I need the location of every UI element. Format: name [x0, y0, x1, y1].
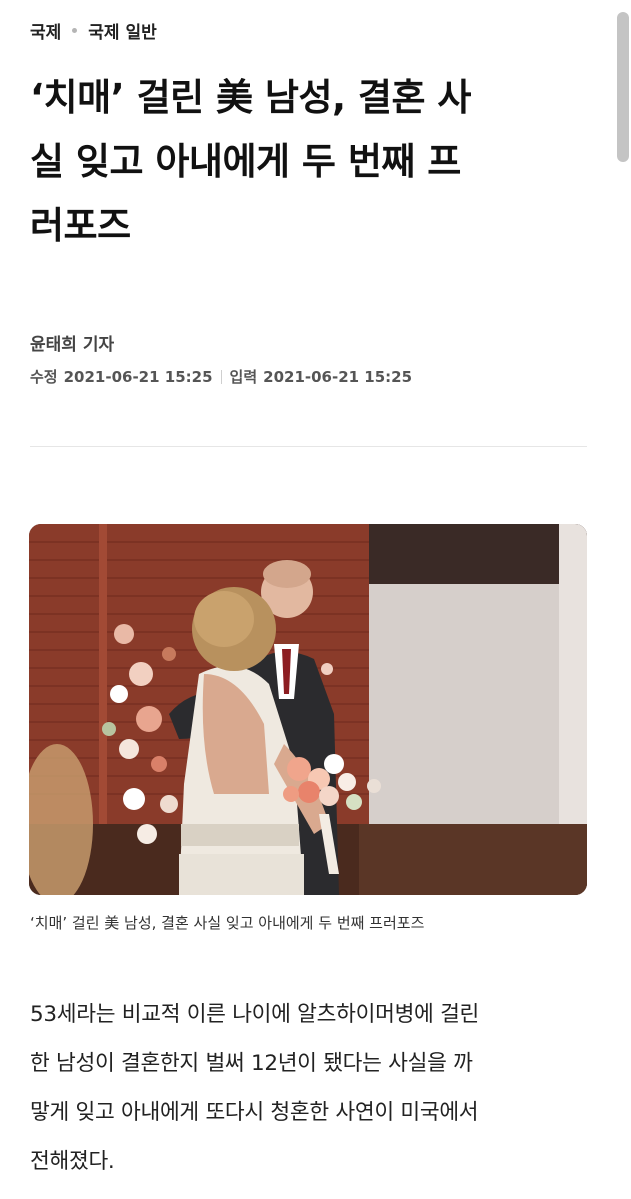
page-scrollbar[interactable] [615, 0, 631, 1199]
article-headline: ‘치매’ 걸린 美 남성, 결혼 사 실 잊고 아내에게 두 번째 프 러포즈 [30, 66, 590, 258]
breadcrumb-subsection-link[interactable]: 국제 일반 [88, 18, 156, 43]
photo-caption: ‘치매’ 걸린 美 남성, 결혼 사실 잊고 아내에게 두 번째 프러포즈 [30, 914, 425, 932]
body-line: 전해졌다. [30, 1149, 115, 1174]
modified-label: 수정 [30, 368, 58, 386]
headline-line: 러포즈 [30, 204, 131, 247]
published-label: 입력 [229, 368, 258, 386]
body-line: 53세라는 비교적 이른 나이에 알츠하이머병에 걸린 [30, 1002, 480, 1027]
article-body: 53세라는 비교적 이른 나이에 알츠하이머병에 걸린 한 남성이 결혼한지 벌… [30, 990, 590, 1186]
headline-line: 실 잊고 아내에게 두 번째 프 [30, 140, 461, 183]
headline-line: ‘치매’ 걸린 美 남성, 결혼 사 [30, 76, 471, 119]
date-divider [220, 369, 222, 384]
article-photo[interactable] [29, 524, 587, 895]
scrollbar-thumb[interactable] [617, 12, 629, 162]
breadcrumb: 국제 국제 일반 [30, 18, 157, 43]
breadcrumb-section-link[interactable]: 국제 [30, 18, 61, 43]
modified-date: 2021-06-21 15:25 [63, 367, 213, 386]
divider-line [30, 446, 587, 447]
article-dates: 수정 2021-06-21 15:25 입력 2021-06-21 15:25 [30, 366, 412, 387]
body-line: 맣게 잊고 아내에게 또다시 청혼한 사연이 미국에서 [30, 1100, 479, 1125]
reporter-name[interactable]: 윤태희 기자 [30, 330, 114, 355]
body-line: 한 남성이 결혼한지 벌써 12년이 됐다는 사실을 까 [30, 1051, 473, 1076]
wedding-photo-illustration [29, 524, 587, 895]
published-date: 2021-06-21 15:25 [263, 367, 413, 386]
breadcrumb-separator [72, 28, 78, 33]
